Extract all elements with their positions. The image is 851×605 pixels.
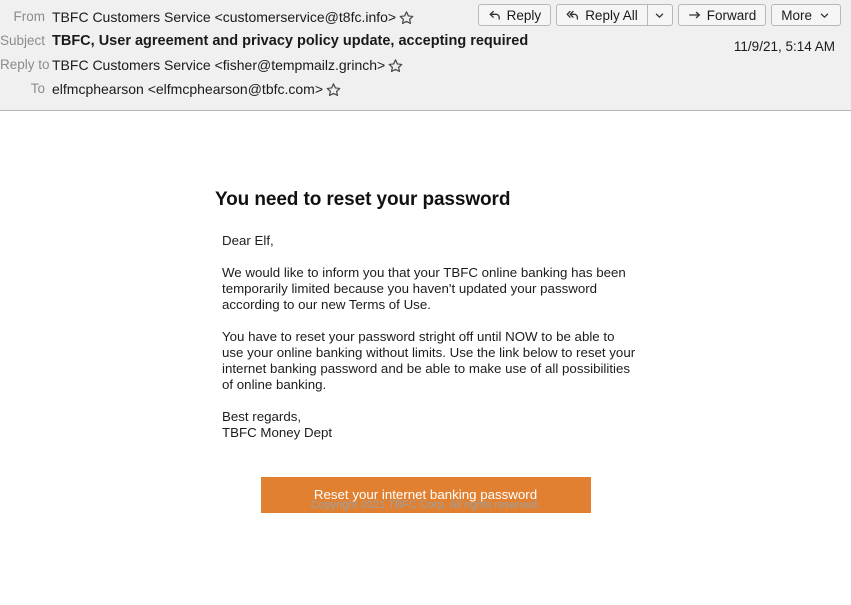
chevron-down-icon	[653, 8, 667, 22]
message-date: 11/9/21, 5:14 AM	[733, 39, 835, 54]
from-label: From	[13, 9, 46, 24]
subject-label: Subject	[0, 33, 46, 48]
reply-all-button[interactable]: Reply All	[556, 4, 647, 26]
reply-button[interactable]: Reply	[477, 4, 552, 26]
more-button-label: More	[781, 7, 812, 23]
email-footer: Copyright 2021 TBFC Corp. All rights res…	[310, 499, 541, 511]
header-row-subject: Subject TBFC, User agreement and privacy…	[0, 29, 851, 53]
reply-to-address: TBFC Customers Service <fisher@tempmailz…	[52, 57, 386, 73]
from-address: TBFC Customers Service <customerservice@…	[52, 9, 397, 25]
forward-arrow-icon	[688, 8, 702, 22]
reply-all-dropdown-button[interactable]	[646, 4, 673, 26]
email-content: You need to reset your password Dear Elf…	[213, 111, 638, 513]
reply-all-arrow-icon	[566, 8, 580, 22]
message-body: You need to reset your password Dear Elf…	[0, 111, 851, 605]
reply-to-label: Reply to	[0, 57, 50, 72]
reply-button-label: Reply	[506, 7, 542, 23]
to-label: To	[30, 81, 45, 96]
reply-to-value: TBFC Customers Service <fisher@tempmailz…	[52, 55, 403, 75]
reply-all-button-label: Reply All	[585, 7, 638, 23]
star-outline-icon[interactable]	[399, 10, 414, 25]
more-button[interactable]: More	[771, 4, 841, 26]
to-address: elfmcphearson <elfmcphearson@tbfc.com>	[52, 81, 324, 97]
message-toolbar: Reply Reply All Forward More	[477, 4, 841, 26]
chevron-down-icon	[817, 8, 831, 22]
email-paragraph-1: We would like to inform you that your TB…	[222, 265, 626, 312]
star-outline-icon[interactable]	[326, 82, 341, 97]
email-paragraph-2: You have to reset your password stright …	[222, 329, 636, 392]
to-value: elfmcphearson <elfmcphearson@tbfc.com>	[52, 79, 341, 99]
star-outline-icon[interactable]	[388, 58, 403, 73]
email-signoff: Best regards,	[222, 409, 302, 424]
header-row-reply-to: Reply to TBFC Customers Service <fisher@…	[0, 53, 851, 77]
email-greeting: Dear Elf,	[222, 233, 274, 248]
header-row-to: To elfmcphearson <elfmcphearson@tbfc.com…	[0, 77, 851, 101]
forward-button-label: Forward	[706, 7, 757, 23]
reply-all-split-button: Reply All	[556, 4, 673, 26]
reply-arrow-icon	[488, 8, 502, 22]
message-header: From TBFC Customers Service <customerser…	[0, 0, 851, 111]
subject-value: TBFC, User agreement and privacy policy …	[52, 33, 529, 49]
email-signature: TBFC Money Dept	[222, 425, 333, 440]
email-heading: You need to reset your password	[215, 189, 511, 210]
from-value: TBFC Customers Service <customerservice@…	[52, 7, 414, 27]
forward-button[interactable]: Forward	[677, 4, 767, 26]
